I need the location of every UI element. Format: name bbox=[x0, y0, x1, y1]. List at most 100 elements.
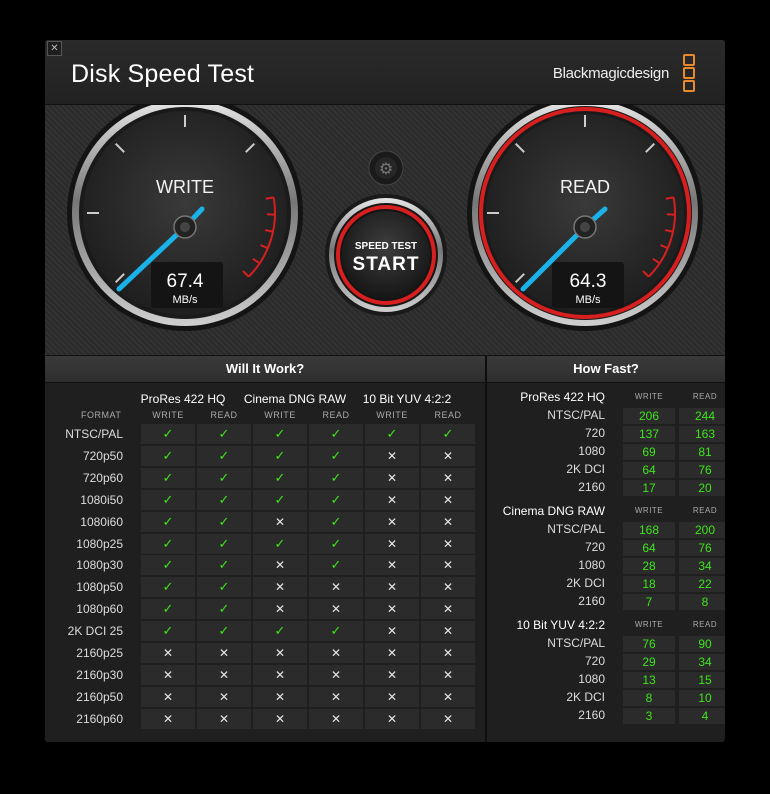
column-subheader: READ bbox=[322, 410, 350, 420]
format-row-label: 1080i50 bbox=[80, 492, 123, 507]
check-icon: ✓ bbox=[197, 533, 251, 554]
cross-icon: ✕ bbox=[365, 533, 419, 554]
start-button[interactable]: SPEED TEST START bbox=[325, 194, 447, 316]
how-fast-read-header: READ bbox=[692, 506, 718, 515]
read-speed-cell: 76 bbox=[679, 462, 725, 478]
gauge-redline-tick bbox=[665, 196, 674, 200]
how-fast-row-label: NTSC/PAL bbox=[547, 636, 605, 650]
read-speed-cell: 76 bbox=[679, 540, 725, 556]
format-row-label: NTSC/PAL bbox=[65, 427, 123, 441]
format-row-label: 1080p25 bbox=[76, 536, 123, 551]
write-speed-cell: 64 bbox=[623, 462, 675, 478]
cross-icon: ✕ bbox=[421, 708, 475, 729]
check-icon: ✓ bbox=[309, 533, 363, 554]
close-button[interactable]: ✕ bbox=[47, 41, 62, 56]
check-icon: ✓ bbox=[197, 467, 251, 488]
write-speed-cell: 64 bbox=[623, 540, 675, 556]
read-speed-cell: 8 bbox=[679, 594, 725, 610]
cross-icon: ✕ bbox=[421, 686, 475, 707]
write-speed-cell: 76 bbox=[623, 636, 675, 652]
cross-icon: ✕ bbox=[421, 621, 475, 642]
how-fast-row-label: NTSC/PAL bbox=[547, 522, 605, 536]
write-speed-cell: 28 bbox=[623, 558, 675, 574]
check-icon: ✓ bbox=[253, 424, 307, 444]
write-gauge-label: WRITE bbox=[156, 177, 214, 197]
format-row-label: 2160p50 bbox=[76, 689, 123, 704]
cross-icon: ✕ bbox=[197, 686, 251, 707]
how-fast-group-header: 10 Bit YUV 4:2:2 bbox=[516, 618, 606, 632]
format-group-header: Cinema DNG RAW bbox=[243, 392, 347, 406]
check-icon: ✓ bbox=[421, 424, 475, 444]
write-speed-cell: 13 bbox=[623, 672, 675, 688]
how-fast-read-header: READ bbox=[692, 392, 718, 401]
check-icon: ✓ bbox=[253, 489, 307, 510]
gear-icon[interactable]: ⚙ bbox=[368, 150, 404, 186]
read-speed-cell: 22 bbox=[679, 576, 725, 592]
cross-icon: ✕ bbox=[253, 599, 307, 620]
format-row-label: 2160p25 bbox=[76, 646, 123, 660]
how-fast-row-label: 2160 bbox=[578, 594, 605, 608]
cross-icon: ✕ bbox=[365, 708, 419, 729]
check-icon: ✓ bbox=[365, 424, 419, 444]
check-icon: ✓ bbox=[309, 489, 363, 510]
cross-icon: ✕ bbox=[197, 643, 251, 663]
brand-name: Blackmagicdesign bbox=[552, 65, 669, 82]
check-icon: ✓ bbox=[141, 467, 195, 488]
read-speed-cell: 200 bbox=[679, 522, 725, 538]
check-icon: ✓ bbox=[141, 621, 195, 642]
check-icon: ✓ bbox=[253, 445, 307, 466]
read-speed-value: 64.3 bbox=[570, 271, 607, 292]
how-fast-row-label: 2K DCI bbox=[566, 690, 605, 704]
check-icon: ✓ bbox=[197, 555, 251, 576]
start-button-line2: START bbox=[353, 254, 420, 275]
cross-icon: ✕ bbox=[421, 555, 475, 576]
read-speed-cell: 163 bbox=[679, 426, 725, 442]
cross-icon: ✕ bbox=[365, 445, 419, 466]
cross-icon: ✕ bbox=[365, 489, 419, 510]
check-icon: ✓ bbox=[197, 445, 251, 466]
gauge-redline-tick bbox=[265, 196, 274, 200]
cross-icon: ✕ bbox=[141, 686, 195, 707]
check-icon: ✓ bbox=[309, 445, 363, 466]
write-speed-cell: 29 bbox=[623, 654, 675, 670]
how-fast-row-label: 2K DCI bbox=[566, 576, 605, 590]
app-window: Disk Speed Test Blackmagicdesign WRITE 6… bbox=[45, 40, 725, 742]
write-speed-cell: 18 bbox=[623, 576, 675, 592]
how-fast-write-header: WRITE bbox=[634, 506, 664, 515]
how-fast-row-label: 2K DCI bbox=[566, 462, 605, 476]
write-gauge: WRITE 67.4 MB/s bbox=[67, 105, 303, 331]
write-speed-cell: 168 bbox=[623, 522, 675, 538]
cross-icon: ✕ bbox=[309, 686, 363, 707]
how-fast-row-label: 720 bbox=[584, 426, 605, 440]
cross-icon: ✕ bbox=[421, 533, 475, 554]
write-speed-cell: 8 bbox=[623, 690, 675, 706]
start-button-line1: SPEED TEST bbox=[355, 241, 417, 252]
format-column-header: FORMAT bbox=[81, 410, 122, 420]
cross-icon: ✕ bbox=[365, 621, 419, 642]
check-icon: ✓ bbox=[253, 467, 307, 488]
column-subheader: WRITE bbox=[152, 410, 184, 420]
check-icon: ✓ bbox=[309, 511, 363, 532]
how-fast-group-header: Cinema DNG RAW bbox=[502, 504, 605, 518]
title-bar: Disk Speed Test Blackmagicdesign bbox=[45, 40, 725, 105]
cross-icon: ✕ bbox=[253, 577, 307, 598]
cross-icon: ✕ bbox=[253, 643, 307, 663]
cross-icon: ✕ bbox=[309, 577, 363, 598]
how-fast-title: How Fast? bbox=[487, 356, 725, 383]
results-panel: Will It Work? How Fast? ProRes 422 HQ Cin… bbox=[45, 356, 725, 742]
cross-icon: ✕ bbox=[253, 555, 307, 576]
check-icon: ✓ bbox=[141, 511, 195, 532]
cross-icon: ✕ bbox=[421, 599, 475, 620]
read-gauge-label: READ bbox=[560, 177, 610, 197]
how-fast-write-header: WRITE bbox=[634, 620, 664, 629]
cross-icon: ✕ bbox=[141, 664, 195, 685]
write-speed-cell: 69 bbox=[623, 444, 675, 460]
svg-text:⚙: ⚙ bbox=[379, 159, 393, 178]
how-fast-group-header: ProRes 422 HQ bbox=[520, 390, 605, 404]
read-speed-unit: MB/s bbox=[575, 294, 601, 306]
cross-icon: ✕ bbox=[253, 511, 307, 532]
read-speed-cell: 244 bbox=[679, 408, 725, 424]
format-row-label: 1080p30 bbox=[76, 558, 123, 573]
app-title: Disk Speed Test bbox=[71, 60, 255, 88]
cross-icon: ✕ bbox=[309, 599, 363, 620]
